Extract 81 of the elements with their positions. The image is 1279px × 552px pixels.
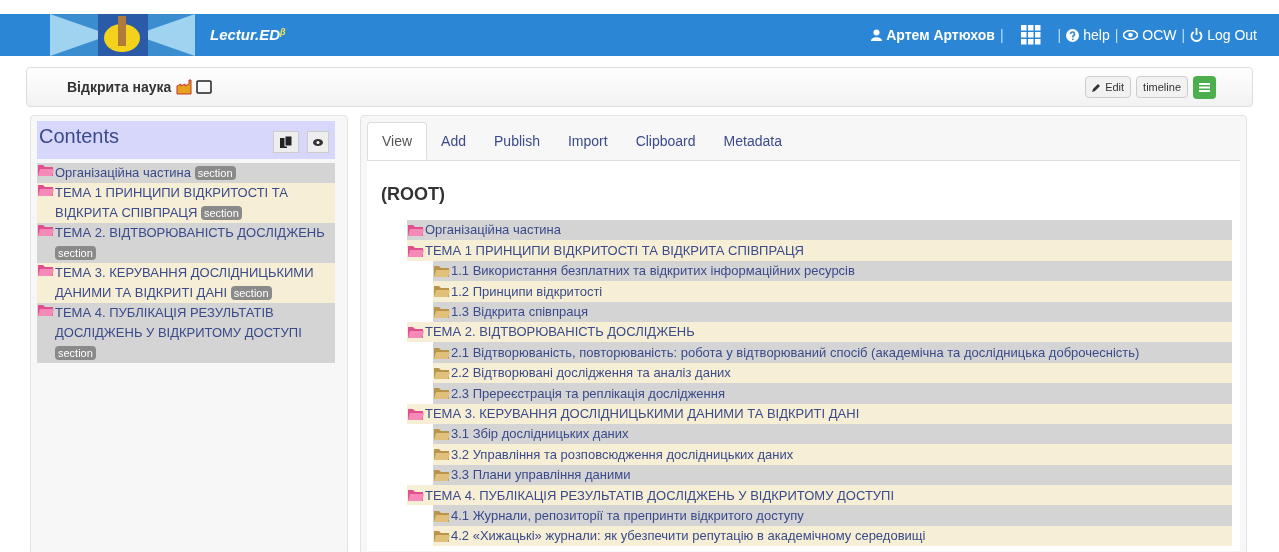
tree-row[interactable]: 2.3 Пререєстрація та реплікація дослідження xyxy=(433,383,1232,404)
contents-title: Contents xyxy=(39,124,120,149)
tree-row[interactable]: 1.3 Відкрита співпраця xyxy=(433,301,1232,322)
separator: | xyxy=(999,25,1004,45)
tab[interactable]: View xyxy=(367,122,428,160)
folder-icon xyxy=(37,263,55,277)
tree-row[interactable]: ТЕМА 2. ВІДТВОРЮВАНІСТЬ ДОСЛІДЖЕНЬ xyxy=(407,321,1232,343)
folder-icon xyxy=(433,263,451,278)
eye-icon xyxy=(313,138,323,146)
tab[interactable]: Metadata xyxy=(709,122,796,160)
tab[interactable]: Publish xyxy=(480,122,554,160)
folder-icon xyxy=(433,467,451,482)
folder-icon xyxy=(407,243,425,258)
tab[interactable]: Add xyxy=(427,122,480,160)
folder-icon xyxy=(407,325,425,340)
folder-icon xyxy=(433,365,451,380)
eye-icon xyxy=(1123,30,1139,40)
tree-row[interactable]: 4.2 «Хижацькі» журнали: як убезпечити репутацію в академічному середовищі xyxy=(433,525,1232,547)
folder-icon xyxy=(407,406,425,421)
factory-icon xyxy=(176,79,193,95)
brand-title[interactable]: Lectur.ED$^{β}$ xyxy=(210,23,286,47)
separator: | xyxy=(1181,25,1186,45)
list-button[interactable] xyxy=(1193,75,1216,99)
folder-icon xyxy=(37,183,55,197)
folder-icon xyxy=(433,529,451,544)
folder-icon xyxy=(433,284,451,299)
tree-row[interactable]: 2.2 Відтворювані дослідження та аналіз даних xyxy=(433,362,1232,384)
apps-grid-icon[interactable] xyxy=(1020,25,1041,45)
tree-row[interactable]: 3.1 Збір дослідницьких даних xyxy=(433,423,1232,445)
help-link[interactable]: help xyxy=(1066,24,1110,46)
tree-row[interactable]: 3.2 Управління та розповсюдження дослідницьких даних xyxy=(433,444,1232,465)
folder-icon xyxy=(433,386,451,401)
tree-row[interactable]: ТЕМА 3. КЕРУВАННЯ ДОСЛІДНИЦЬКИМИ ДАНИМИ ТА ВІДКРИТІ ДАНІ xyxy=(407,403,1232,424)
ocw-link[interactable]: OCW xyxy=(1123,24,1177,46)
separator: | xyxy=(1057,25,1062,45)
folder-icon xyxy=(433,304,451,319)
folder-icon xyxy=(433,427,451,442)
tree-row[interactable]: 3.3 Плани управління даними xyxy=(433,464,1232,486)
copy-icon xyxy=(280,136,292,148)
timeline-button[interactable]: timeline xyxy=(1136,76,1188,98)
folder-icon xyxy=(37,223,55,237)
tree-row[interactable]: 4.1 Журнали, репозиторії та препринти відкритого доступу xyxy=(433,505,1232,526)
contents-item[interactable]: ТЕМА 1 ПРИНЦИПИ ВІДКРИТОСТІ ТА ВІДКРИТА СПІВПРАЦЯ section xyxy=(37,183,335,223)
section-tag: section xyxy=(55,246,96,260)
user-icon xyxy=(871,29,883,41)
logout-link[interactable]: Log Out xyxy=(1190,24,1257,46)
folder-icon xyxy=(433,447,451,462)
tab[interactable]: Clipboard xyxy=(621,122,710,160)
book-icon xyxy=(196,80,213,94)
folder-icon xyxy=(433,508,451,523)
contents-item[interactable]: Організаційна частина section xyxy=(37,163,335,183)
pencil-icon xyxy=(1092,82,1102,92)
section-tag: section xyxy=(200,206,242,220)
list-icon xyxy=(1199,82,1210,92)
folder-icon xyxy=(407,223,425,238)
folder-icon xyxy=(37,163,55,177)
section-tag: section xyxy=(55,346,96,360)
user-link[interactable]: Артем Артюхов xyxy=(871,24,995,46)
contents-item[interactable]: ТЕМА 4. ПУБЛІКАЦІЯ РЕЗУЛЬТАТІВ ДОСЛІДЖЕНЬ У ВІДКРИТОМУ ДОСТУПІ section xyxy=(37,303,335,363)
contents-item[interactable]: ТЕМА 3. КЕРУВАННЯ ДОСЛІДНИЦЬКИМИ ДАНИМИ ТА ВІДКРИТІ ДАНІ section xyxy=(37,263,335,303)
tree-row[interactable]: 2.1 Відтворюваність, повторюваність: робота у відтворюваний спосіб (академічна та дослідницька доброчесність) xyxy=(433,342,1232,363)
tab[interactable]: Import xyxy=(553,122,622,160)
folder-icon xyxy=(37,303,55,317)
tree-row[interactable]: 1.1 Використання безплатних та відкритих інформаційних ресурсів xyxy=(433,260,1232,282)
folder-icon xyxy=(433,345,451,360)
tree-row[interactable]: 1.2 Принципи відкритості xyxy=(433,281,1232,302)
eye-button[interactable] xyxy=(307,131,329,153)
contents-item[interactable]: ТЕМА 2. ВІДТВОРЮВАНІСТЬ ДОСЛІДЖЕНЬ section xyxy=(37,223,335,263)
copy-button[interactable] xyxy=(273,131,299,153)
tree-row[interactable]: ТЕМА 1 ПРИНЦИПИ ВІДКРИТОСТІ ТА ВІДКРИТА СПІВПРАЦЯ xyxy=(407,240,1232,261)
help-icon xyxy=(1066,28,1080,42)
section-tag: section xyxy=(194,166,236,180)
section-tag: section xyxy=(230,286,272,300)
tree-row[interactable]: ТЕМА 4. ПУБЛІКАЦІЯ РЕЗУЛЬТАТІВ ДОСЛІДЖЕНЬ У ВІДКРИТОМУ ДОСТУПІ xyxy=(407,485,1232,506)
edit-button[interactable]: Edit xyxy=(1085,76,1132,98)
root-title: (ROOT) xyxy=(381,183,446,206)
separator: | xyxy=(1114,25,1119,45)
tree-row[interactable]: Організаційна частина xyxy=(407,220,1232,241)
course-title: Відкрита наука xyxy=(67,77,172,97)
power-icon xyxy=(1190,28,1204,42)
folder-icon xyxy=(407,488,425,503)
